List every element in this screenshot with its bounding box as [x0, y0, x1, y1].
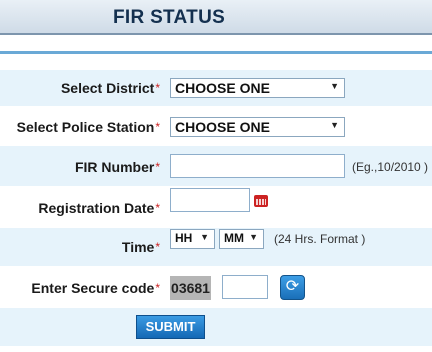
secure-code-label: Enter Secure code*	[31, 280, 160, 296]
police-station-select-value: CHOOSE ONE	[175, 119, 270, 135]
police-station-label: Select Police Station*	[16, 119, 160, 135]
chevron-down-icon: ▼	[330, 120, 339, 130]
chevron-down-icon: ▼	[330, 81, 339, 91]
chevron-down-icon: ▼	[200, 232, 209, 242]
registration-date-label: Registration Date*	[38, 200, 160, 216]
page-title: FIR STATUS	[113, 7, 226, 28]
fir-number-hint: (Eg.,10/2010 )	[352, 160, 429, 174]
refresh-icon[interactable]: ⟳	[280, 275, 305, 300]
secure-code-input[interactable]	[222, 275, 268, 299]
minute-select-value: MM	[224, 231, 244, 245]
chevron-down-icon: ▼	[249, 232, 258, 242]
registration-date-row: Registration Date*	[0, 186, 432, 228]
district-label: Select District*	[60, 80, 160, 96]
time-row: Time* HH ▼ MM ▼ (24 Hrs. Format )	[0, 228, 432, 266]
time-label: Time*	[121, 239, 160, 255]
fir-number-label: FIR Number*	[74, 159, 160, 175]
header-divider	[0, 51, 432, 54]
time-format-hint: (24 Hrs. Format )	[274, 232, 366, 246]
police-station-select[interactable]: CHOOSE ONE ▼	[170, 117, 345, 137]
police-station-row: Select Police Station* CHOOSE ONE ▼	[0, 106, 432, 146]
calendar-icon[interactable]	[254, 195, 268, 207]
district-select[interactable]: CHOOSE ONE ▼	[170, 78, 345, 98]
submit-row: SUBMIT	[0, 308, 432, 346]
fir-number-row: FIR Number* (Eg.,10/2010 )	[0, 146, 432, 186]
minute-select[interactable]: MM ▼	[219, 229, 264, 249]
registration-date-input[interactable]	[170, 188, 250, 212]
district-row: Select District* CHOOSE ONE ▼	[0, 70, 432, 106]
district-select-value: CHOOSE ONE	[175, 80, 270, 96]
secure-code-row: Enter Secure code* 03681 ⟳	[0, 266, 432, 308]
fir-number-input[interactable]	[170, 154, 345, 178]
hour-select[interactable]: HH ▼	[170, 229, 215, 249]
page-header: FIR STATUS	[0, 0, 432, 35]
hour-select-value: HH	[175, 231, 193, 245]
submit-button[interactable]: SUBMIT	[136, 315, 205, 339]
captcha-image: 03681	[170, 276, 211, 300]
